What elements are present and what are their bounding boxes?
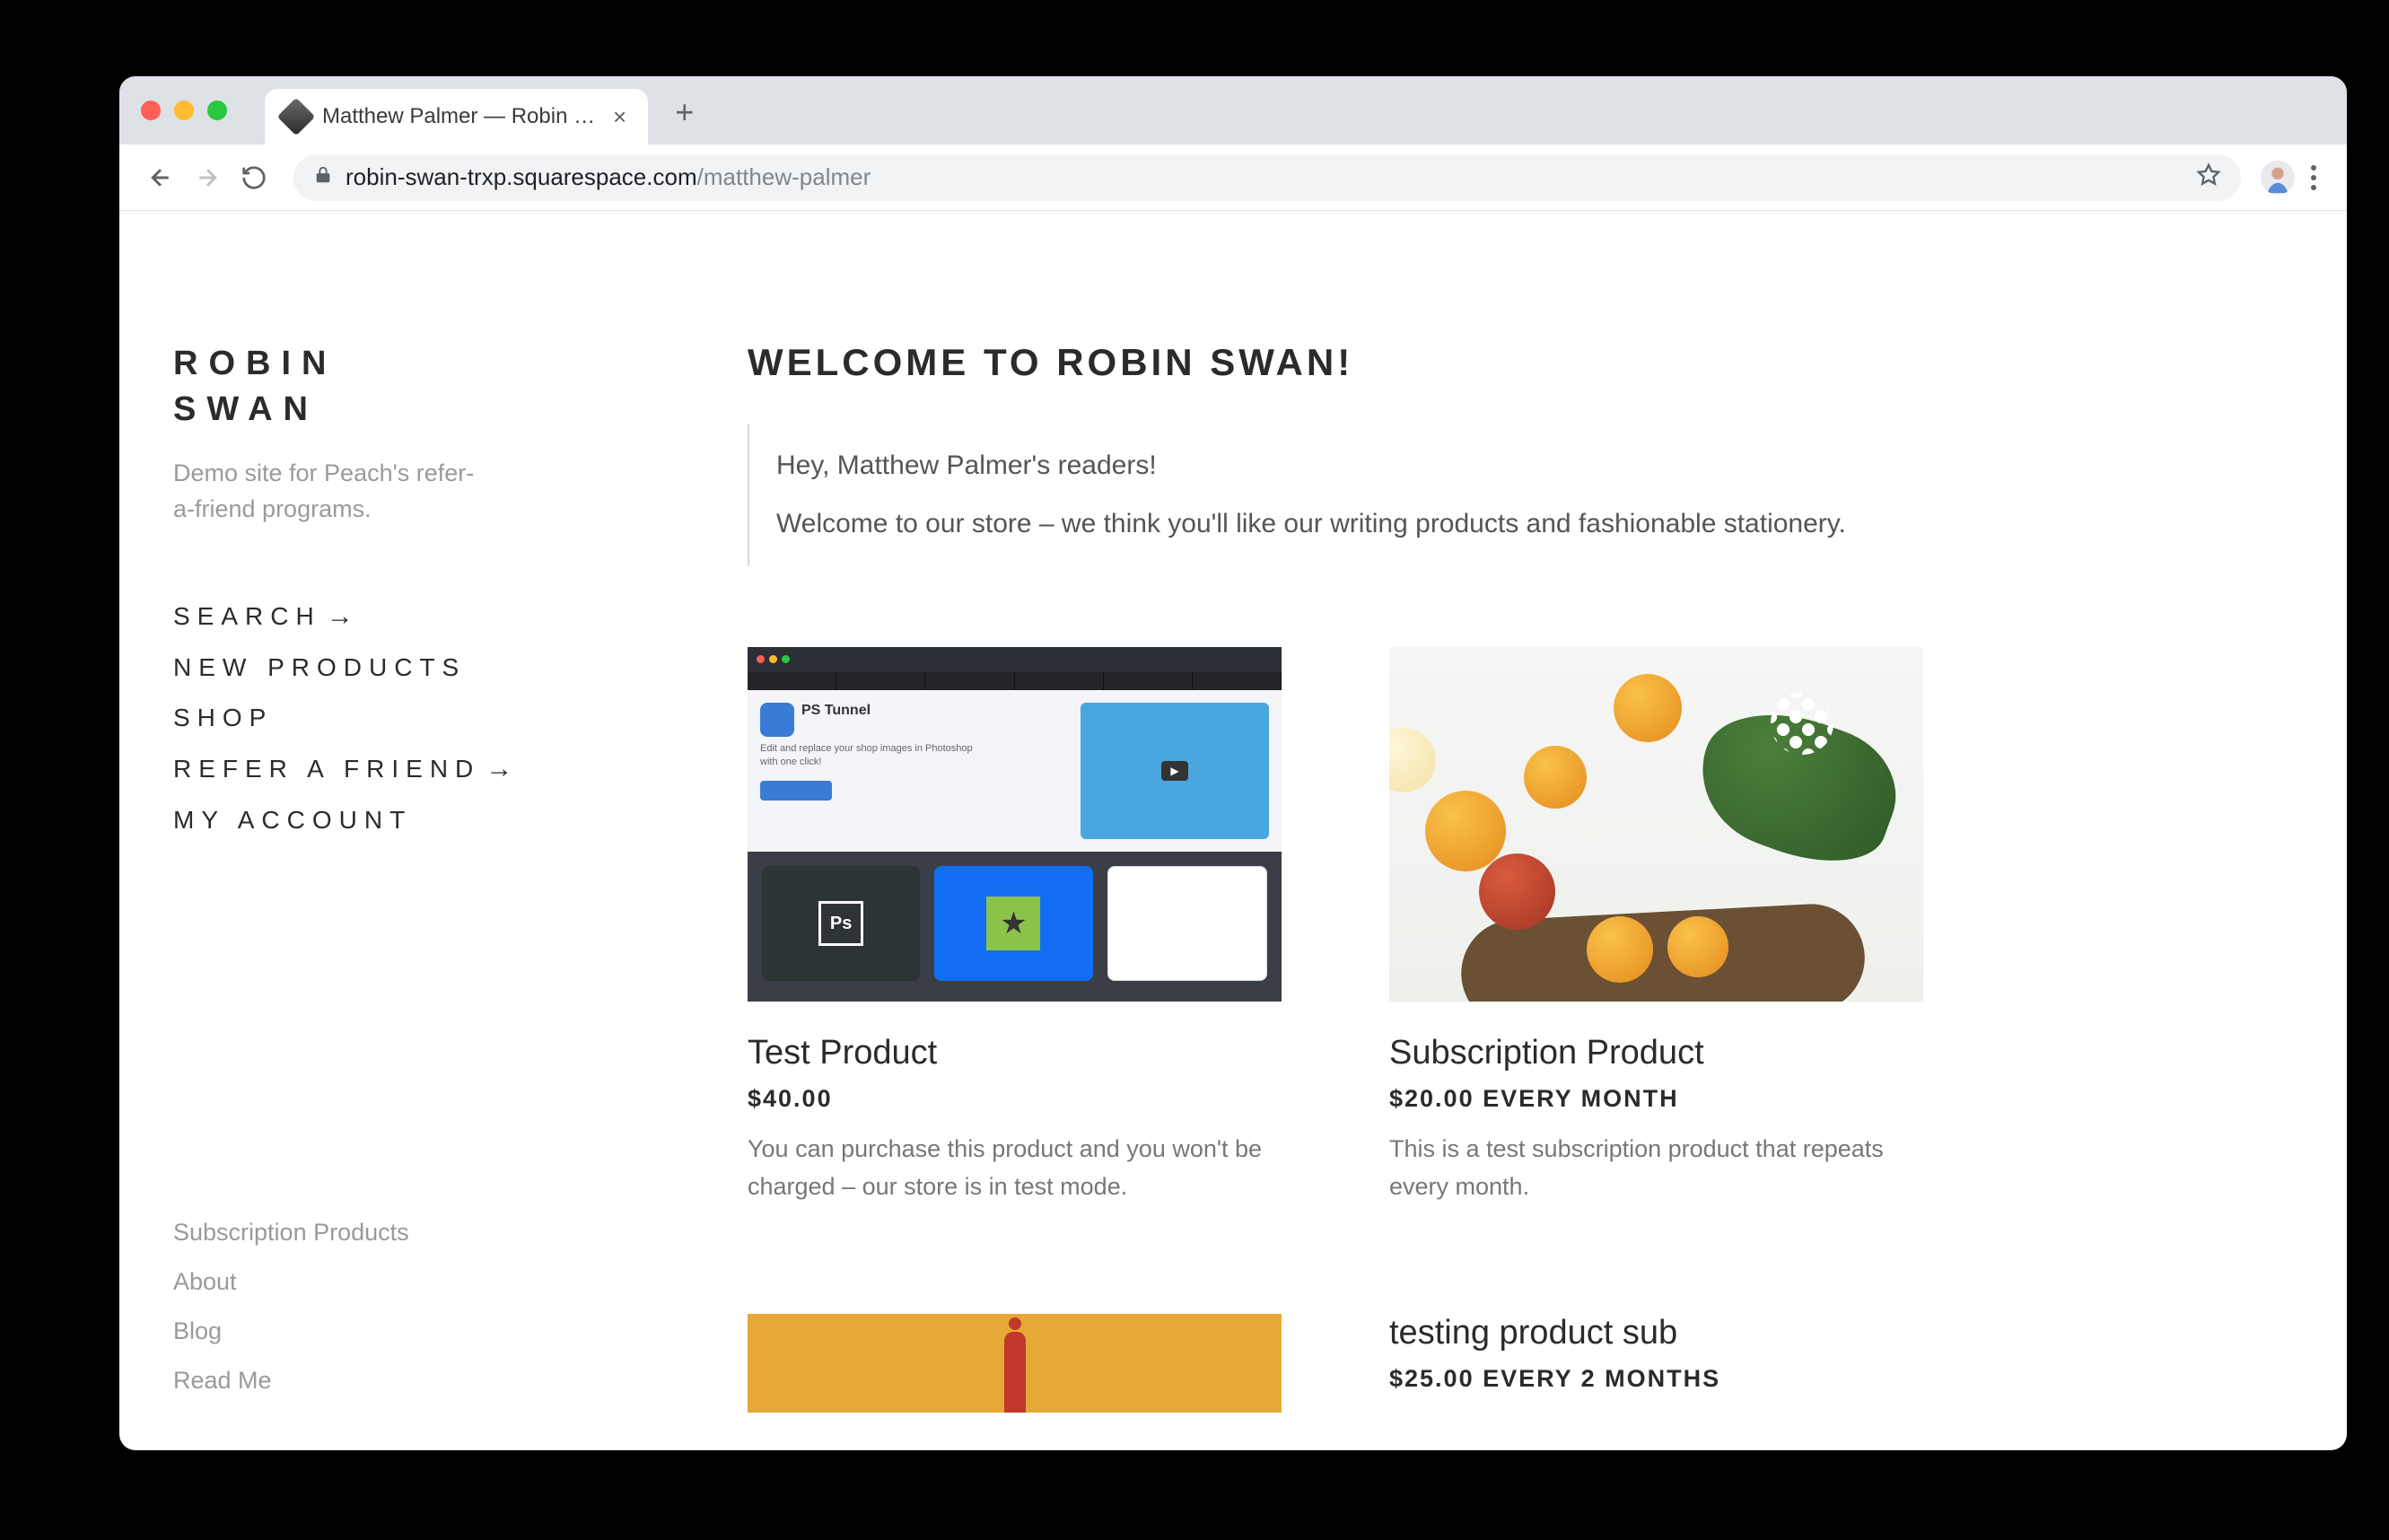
url-path: /matthew-palmer — [697, 163, 871, 190]
nav-search[interactable]: SEARCH→ — [173, 591, 586, 643]
site-title-line1: ROBIN — [173, 345, 337, 382]
intro-block: Hey, Matthew Palmer's readers! Welcome t… — [748, 424, 2239, 566]
browser-menu-button[interactable] — [2302, 162, 2325, 194]
nav-shop[interactable]: SHOP — [173, 693, 586, 743]
browser-window: Matthew Palmer — Robin Swan × + robin-sw… — [119, 76, 2347, 1450]
page-heading: WELCOME TO ROBIN SWAN! — [748, 341, 2239, 384]
tab-title: Matthew Palmer — Robin Swan — [322, 104, 600, 129]
arrow-right-icon: → — [486, 754, 512, 784]
browser-toolbar: robin-swan-trxp.squarespace.com/matthew-… — [119, 144, 2347, 211]
product-card[interactable] — [748, 1314, 1282, 1413]
url-host: robin-swan-trxp.squarespace.com — [346, 163, 697, 190]
forward-button[interactable] — [188, 158, 227, 197]
nav-my-account[interactable]: MY ACCOUNT — [173, 795, 586, 845]
intro-line-2: Welcome to our store – we think you'll l… — [776, 503, 2239, 546]
nav-label: REFER A FRIEND — [173, 755, 480, 783]
lock-icon — [313, 165, 333, 189]
page-content: ROBIN SWAN Demo site for Peach's refer-a… — [119, 211, 2347, 1450]
favicon-icon — [277, 98, 315, 136]
product-card[interactable]: testing product sub $25.00 every 2 month… — [1389, 1314, 1923, 1413]
product-card[interactable]: PS TunnelEdit and replace your shop imag… — [748, 647, 1282, 1206]
nav-label: NEW PRODUCTS — [173, 653, 466, 682]
address-bar[interactable]: robin-swan-trxp.squarespace.com/matthew-… — [293, 154, 2241, 201]
nav-label: SHOP — [173, 704, 273, 732]
intro-line-1: Hey, Matthew Palmer's readers! — [776, 445, 2239, 487]
window-controls — [141, 101, 227, 120]
product-grid: PS TunnelEdit and replace your shop imag… — [748, 647, 2239, 1413]
product-image: PS TunnelEdit and replace your shop imag… — [748, 647, 1282, 1002]
product-price: $40.00 — [748, 1085, 1282, 1113]
site-tagline: Demo site for Peach's refer-a-friend pro… — [173, 455, 478, 528]
window-minimize-button[interactable] — [174, 101, 194, 120]
nav-read-me[interactable]: Read Me — [173, 1356, 586, 1405]
product-title: testing product sub — [1389, 1314, 1923, 1352]
arrow-right-icon: → — [327, 601, 354, 632]
nav-blog[interactable]: Blog — [173, 1307, 586, 1356]
url-text: robin-swan-trxp.squarespace.com/matthew-… — [346, 163, 871, 191]
tab-strip: Matthew Palmer — Robin Swan × + — [119, 76, 2347, 144]
sidebar: ROBIN SWAN Demo site for Peach's refer-a… — [119, 211, 586, 1450]
product-image — [748, 1314, 1282, 1413]
nav-label: MY ACCOUNT — [173, 806, 412, 835]
nav-label: SEARCH — [173, 602, 321, 631]
main-content: WELCOME TO ROBIN SWAN! Hey, Matthew Palm… — [586, 211, 2347, 1450]
window-close-button[interactable] — [141, 101, 161, 120]
site-title-line2: SWAN — [173, 390, 319, 428]
reload-button[interactable] — [234, 158, 274, 197]
nav-refer-a-friend[interactable]: REFER A FRIEND→ — [173, 743, 586, 795]
product-image — [1389, 647, 1923, 1002]
site-title[interactable]: ROBIN SWAN — [173, 341, 586, 433]
nav-about[interactable]: About — [173, 1257, 586, 1307]
window-zoom-button[interactable] — [207, 101, 227, 120]
profile-avatar[interactable] — [2261, 161, 2295, 195]
product-title: Subscription Product — [1389, 1034, 1923, 1072]
product-title: Test Product — [748, 1034, 1282, 1072]
product-description: You can purchase this product and you wo… — [748, 1131, 1282, 1206]
primary-nav: SEARCH→ NEW PRODUCTS SHOP REFER A FRIEND… — [173, 591, 586, 845]
browser-tab[interactable]: Matthew Palmer — Robin Swan × — [265, 89, 648, 144]
nav-subscription-products[interactable]: Subscription Products — [173, 1208, 586, 1257]
tab-close-button[interactable]: × — [613, 103, 626, 131]
product-description: This is a test subscription product that… — [1389, 1131, 1923, 1206]
back-button[interactable] — [141, 158, 180, 197]
secondary-nav: Subscription Products About Blog Read Me — [173, 1208, 586, 1450]
bookmark-star-icon[interactable] — [2196, 162, 2221, 192]
nav-new-products[interactable]: NEW PRODUCTS — [173, 643, 586, 693]
product-price: $25.00 every 2 months — [1389, 1365, 1923, 1393]
product-card[interactable]: Subscription Product $20.00 every month … — [1389, 647, 1923, 1206]
new-tab-button[interactable]: + — [675, 93, 694, 131]
product-price: $20.00 every month — [1389, 1085, 1923, 1113]
